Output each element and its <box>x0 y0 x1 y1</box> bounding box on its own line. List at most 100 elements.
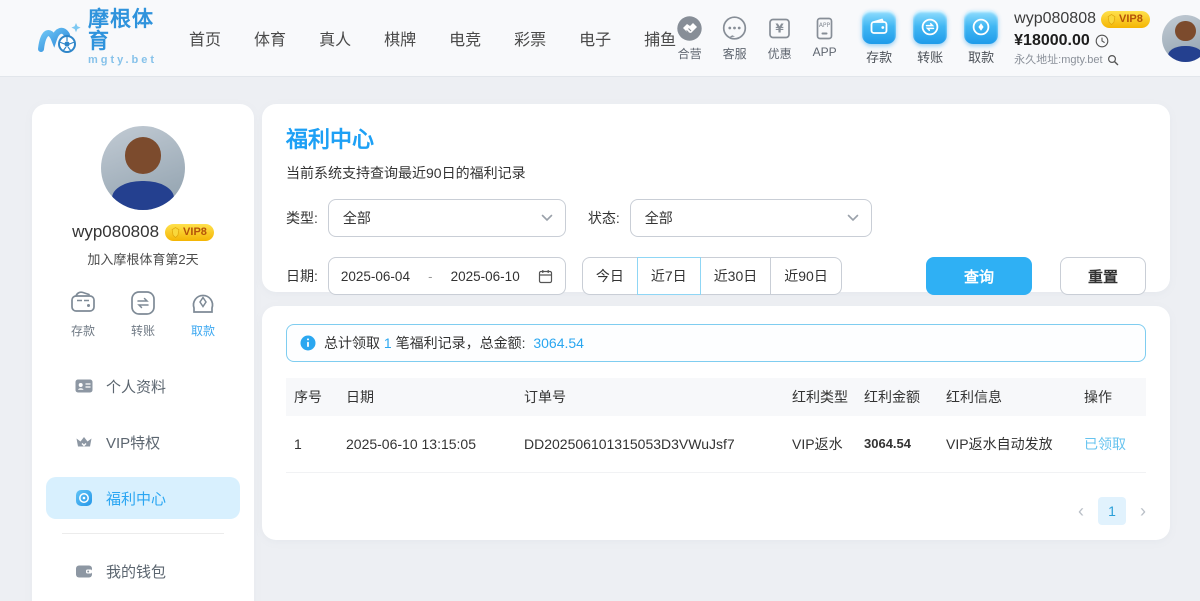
nav-item-slots[interactable]: 电子 <box>579 26 611 50</box>
type-select[interactable]: 全部 <box>328 199 566 237</box>
table-header-row: 序号 日期 订单号 红利类型 红利金额 红利信息 操作 <box>286 378 1146 416</box>
cell-bonus-info: VIP返水自动发放 <box>938 416 1076 472</box>
date-from: 2025-06-04 <box>341 269 410 284</box>
svg-text:APP: APP <box>819 22 831 29</box>
page-number[interactable]: 1 <box>1098 497 1126 525</box>
gem-icon <box>170 227 181 238</box>
sidebar-item-vip[interactable]: VIP特权 <box>46 421 240 463</box>
summary-bar: 总计领取 1 笔福利记录，总金额: 3064.54 <box>286 324 1146 362</box>
reset-button[interactable]: 重置 <box>1060 257 1146 295</box>
nav-item-fishing[interactable]: 捕鱼 <box>644 26 676 50</box>
range-today-button[interactable]: 今日 <box>582 257 638 295</box>
gem-icon <box>1106 14 1117 25</box>
wallet-actions-group: 存款 转账 取款 <box>862 10 998 66</box>
transfer-arrows-icon <box>913 10 947 44</box>
sidebar-username: wyp080808 <box>72 222 159 242</box>
withdraw-diamond-icon <box>188 288 218 318</box>
vip-badge: VIP8 <box>1101 11 1150 28</box>
cell-bonus-type: VIP返水 <box>784 416 856 472</box>
sidebar-actions: 存款 转账 取款 <box>32 288 254 339</box>
cell-bonus-amount: 3064.54 <box>856 416 938 472</box>
welfare-results-panel: 总计领取 1 笔福利记录，总金额: 3064.54 序号 日期 订单号 红利类型… <box>262 306 1170 540</box>
svg-text:¥: ¥ <box>775 21 784 35</box>
col-action: 操作 <box>1076 378 1146 416</box>
sidebar-deposit-button[interactable]: 存款 <box>68 288 98 339</box>
logo-mark-icon <box>36 17 82 59</box>
chevron-down-icon <box>847 214 859 222</box>
joined-days-text: 加入摩根体育第2天 <box>32 249 254 268</box>
sidebar-avatar[interactable] <box>101 126 185 210</box>
range-7d-button[interactable]: 近7日 <box>637 257 701 295</box>
status-select[interactable]: 全部 <box>630 199 872 237</box>
sidebar-withdraw-button[interactable]: 取款 <box>188 288 218 339</box>
user-avatar[interactable] <box>1162 15 1200 62</box>
sidebar-menu: 个人资料 VIP特权 福利中心 我的钱包 <box>32 365 254 601</box>
quick-icons-group: 合营 客服 ¥ 优惠 <box>676 15 838 62</box>
prev-page-button[interactable]: ‹ <box>1078 502 1084 520</box>
claimed-status[interactable]: 已领取 <box>1076 416 1146 472</box>
sidebar-item-wallet[interactable]: 我的钱包 <box>46 550 240 592</box>
quick-range-group: 今日 近7日 近30日 近90日 <box>582 257 842 295</box>
next-page-button[interactable]: › <box>1140 502 1146 520</box>
chat-icon <box>721 15 748 42</box>
search-button[interactable]: 查询 <box>926 257 1032 295</box>
welfare-table: 序号 日期 订单号 红利类型 红利金额 红利信息 操作 1 2025-06-10… <box>286 378 1146 473</box>
withdraw-diamond-icon <box>964 10 998 44</box>
partner-button[interactable]: 合营 <box>676 15 703 62</box>
sidebar-vip-badge: VIP8 <box>165 224 214 241</box>
crown-icon <box>74 432 94 452</box>
table-row: 1 2025-06-10 13:15:05 DD202506101315053D… <box>286 416 1146 472</box>
user-name[interactable]: wyp080808 <box>1014 9 1096 30</box>
app-download-button[interactable]: APP APP <box>811 15 838 62</box>
deposit-button[interactable]: 存款 <box>862 10 896 66</box>
user-info-block: wyp080808 VIP8 ¥18000.00 永久地址:mgty.bet <box>1014 9 1150 67</box>
promo-button[interactable]: ¥ 优惠 <box>766 15 793 62</box>
range-30d-button[interactable]: 近30日 <box>700 257 772 295</box>
type-label: 类型: <box>286 208 318 228</box>
summary-count: 1 <box>384 335 392 351</box>
permanent-address: 永久地址:mgty.bet <box>1014 53 1102 67</box>
welfare-coin-icon <box>74 488 94 508</box>
range-90d-button[interactable]: 近90日 <box>770 257 842 295</box>
nav-item-esports[interactable]: 电竞 <box>449 26 481 50</box>
date-range-picker[interactable]: 2025-06-04 - 2025-06-10 <box>328 257 566 295</box>
date-to: 2025-06-10 <box>451 269 520 284</box>
sidebar-item-welfare[interactable]: 福利中心 <box>46 477 240 519</box>
filter-row-selects: 类型: 全部 状态: 全部 <box>286 199 1146 237</box>
cell-date: 2025-06-10 13:15:05 <box>338 416 516 472</box>
logo[interactable]: 摩根体育 mgty.bet <box>36 9 157 67</box>
welfare-filter-panel: 福利中心 当前系统支持查询最近90日的福利记录 类型: 全部 状态: 全部 日期… <box>262 104 1170 292</box>
calendar-icon <box>538 269 553 284</box>
chevron-down-icon <box>541 214 553 222</box>
nav-item-cards[interactable]: 棋牌 <box>384 26 416 50</box>
transfer-arrows-icon <box>128 288 158 318</box>
profile-sidebar: wyp080808 VIP8 加入摩根体育第2天 存款 <box>32 104 254 601</box>
pagination: ‹ 1 › <box>286 497 1146 525</box>
col-date: 日期 <box>338 378 516 416</box>
col-bonus-amount: 红利金额 <box>856 378 938 416</box>
id-card-icon <box>74 376 94 396</box>
sidebar-transfer-button[interactable]: 转账 <box>128 288 158 339</box>
transfer-button[interactable]: 转账 <box>913 10 947 66</box>
status-label: 状态: <box>588 208 620 228</box>
refresh-balance-icon[interactable] <box>1095 34 1109 48</box>
withdraw-button[interactable]: 取款 <box>964 10 998 66</box>
page-title: 福利中心 <box>286 122 1146 154</box>
nav-item-live[interactable]: 真人 <box>319 26 351 50</box>
phone-app-icon: APP <box>811 15 838 42</box>
magnifier-icon[interactable] <box>1107 54 1119 66</box>
info-icon <box>300 335 316 351</box>
summary-amount: 3064.54 <box>533 335 584 351</box>
support-button[interactable]: 客服 <box>721 15 748 62</box>
col-order-no: 订单号 <box>516 378 784 416</box>
nav-item-sports[interactable]: 体育 <box>254 26 286 50</box>
nav-item-home[interactable]: 首页 <box>189 26 221 50</box>
handshake-icon <box>676 15 703 42</box>
nav-item-lottery[interactable]: 彩票 <box>514 26 546 50</box>
logo-title: 摩根体育 <box>88 9 157 53</box>
date-label: 日期: <box>286 266 318 286</box>
sidebar-item-profile[interactable]: 个人资料 <box>46 365 240 407</box>
col-bonus-info: 红利信息 <box>938 378 1076 416</box>
deposit-wallet-icon <box>68 288 98 318</box>
col-bonus-type: 红利类型 <box>784 378 856 416</box>
